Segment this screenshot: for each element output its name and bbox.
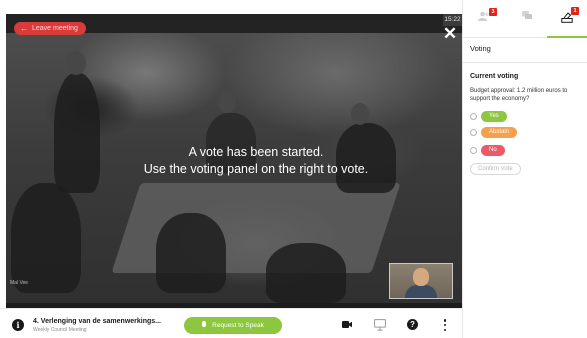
vote-option-abstain-label[interactable]: Abstain xyxy=(481,127,518,138)
vote-message-line-2: Use the voting panel on the right to vot… xyxy=(143,162,369,176)
vote-option-no-label[interactable]: No xyxy=(481,145,505,156)
chat-icon xyxy=(522,11,532,19)
leave-meeting-button[interactable]: ← Leave meeting xyxy=(14,22,86,35)
vote-radio-yes[interactable] xyxy=(470,113,477,120)
screen-share-icon[interactable] xyxy=(374,319,386,331)
microphone-icon xyxy=(202,321,207,328)
vote-radio-abstain[interactable] xyxy=(470,129,477,136)
meeting-app: ← Leave meeting 15:22 ✕ A vote has been … xyxy=(0,0,587,338)
tab-chat[interactable] xyxy=(505,0,546,38)
top-strip xyxy=(0,0,462,14)
camera-icon[interactable] xyxy=(342,321,352,328)
arrow-left-icon: ← xyxy=(20,24,28,33)
vote-option-yes[interactable]: Yes xyxy=(470,111,507,122)
vote-option-no[interactable]: No xyxy=(470,145,505,156)
vote-started-message: A vote has been started. Use the voting … xyxy=(6,144,462,178)
meeting-name: Weekly Council Meeting xyxy=(33,327,87,333)
voting-side-panel: 3 1 Voting Current voting Budget approva… xyxy=(462,0,587,338)
confirm-vote-button[interactable]: Confirm Vote xyxy=(470,163,521,175)
leave-meeting-label: Leave meeting xyxy=(32,25,78,32)
panel-tabs: 3 1 xyxy=(463,0,587,38)
more-dot xyxy=(443,323,447,327)
vote-radio-no[interactable] xyxy=(470,147,477,154)
request-to-speak-label: Request to Speak xyxy=(212,322,264,329)
panel-divider xyxy=(463,62,587,63)
more-dot xyxy=(443,319,447,322)
info-icon[interactable]: i xyxy=(12,319,24,331)
participants-badge: 3 xyxy=(489,8,497,16)
current-voting-heading: Current voting xyxy=(470,73,519,80)
self-view-body xyxy=(405,285,437,298)
self-view-video[interactable] xyxy=(389,263,453,299)
vote-message-line-1: A vote has been started. xyxy=(188,145,324,159)
help-icon[interactable]: ? xyxy=(407,319,418,330)
more-options-icon[interactable] xyxy=(443,319,447,331)
more-dot xyxy=(443,328,447,331)
tab-voting[interactable]: 1 xyxy=(547,0,587,38)
agenda-item-title[interactable]: 4. Verlenging van de samenwerkings... xyxy=(33,318,161,325)
vote-option-abstain[interactable]: Abstain xyxy=(470,127,518,138)
tab-participants[interactable]: 3 xyxy=(463,0,504,38)
vote-question: Budget approval: 1.2 million euros to su… xyxy=(470,88,568,102)
self-view-face xyxy=(413,268,429,286)
close-icon[interactable]: ✕ xyxy=(442,25,458,42)
video-watermark: Mal Vee xyxy=(10,280,29,286)
request-to-speak-button[interactable]: Request to Speak xyxy=(184,317,282,334)
video-area: ← Leave meeting 15:22 ✕ A vote has been … xyxy=(6,14,462,308)
vote-option-yes-label[interactable]: Yes xyxy=(481,111,507,122)
panel-title: Voting xyxy=(470,44,491,53)
voting-badge: 1 xyxy=(571,7,579,15)
bottom-toolbar: i 4. Verlenging van de samenwerkings... … xyxy=(0,308,462,338)
